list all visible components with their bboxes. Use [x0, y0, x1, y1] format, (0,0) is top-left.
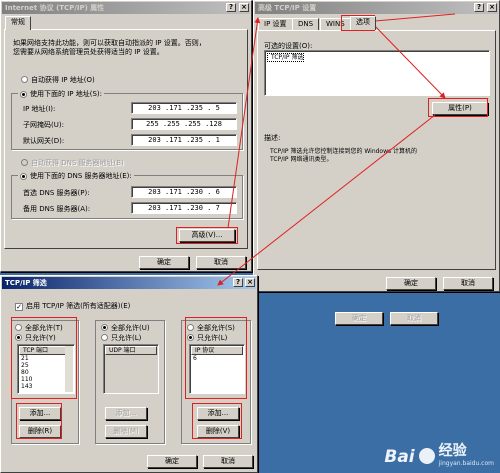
help-button[interactable]: ?	[226, 3, 236, 12]
close-button[interactable]: ×	[245, 278, 255, 287]
check-icon: ✓	[15, 303, 23, 311]
tcp-allow-only-radio[interactable]: 只允许(Y)	[15, 333, 56, 343]
radio-selected-icon	[187, 334, 194, 341]
watermark-brand-a: Bai	[384, 447, 415, 467]
tcpip-filter-dialog: TCP/IP 筛选 ? × ✓ 启用 TCP/IP 筛选(所有适配器)(E) 全部…	[0, 275, 258, 473]
tcp-allow-only-label: 只允许(Y)	[25, 334, 56, 342]
advanced-button[interactable]: 高级(V)...	[179, 229, 235, 242]
auto-dns-label: 自动获得 DNS 服务器地址(B)	[31, 159, 124, 167]
tcp-ports-list[interactable]: TCP 端口 21 25 80 110 143	[17, 344, 75, 394]
manual-dns-radio[interactable]: 使用下面的 DNS 服务器地址(E):	[18, 171, 134, 181]
cancel-button[interactable]: 取消	[196, 256, 246, 269]
help-button[interactable]: ?	[474, 3, 484, 12]
dns2-field[interactable]: 203 .171 .230 . 7	[131, 202, 237, 214]
advanced-titlebar: 高级 TCP/IP 设置	[255, 2, 498, 14]
tcp-allow-all-label: 全部允许(T)	[25, 324, 63, 332]
radio-selected-icon	[20, 172, 27, 180]
udp-allow-only-radio[interactable]: 只允许(L)	[101, 333, 141, 343]
optional-settings-list[interactable]: TCP/IP 筛选	[264, 50, 490, 96]
radio-icon	[187, 324, 194, 331]
radio-icon	[101, 334, 108, 341]
behind-cancel-button: 取消	[390, 312, 438, 325]
tcp-add-button[interactable]: 添加...	[19, 407, 61, 420]
ip-address-label: IP 地址(I):	[23, 105, 56, 113]
enable-filter-checkbox[interactable]: ✓ 启用 TCP/IP 筛选(所有适配器)(E)	[15, 301, 130, 311]
udp-remove-button: 删除(M)	[105, 425, 147, 438]
watermark: Bai 经验 jingyan.baidu.com	[384, 440, 494, 467]
intro-line-2: 您需要从网络系统管理员处获得适当的 IP 设置。	[13, 48, 164, 56]
tcp-remove-button[interactable]: 删除(R)	[19, 425, 61, 438]
dns1-field[interactable]: 203 .171 .230 . 6	[131, 186, 237, 198]
ip-protocols-header[interactable]: IP 协议	[191, 346, 243, 355]
udp-allow-all-radio[interactable]: 全部允许(U)	[101, 323, 150, 333]
auto-ip-radio[interactable]: 自动获得 IP 地址(O)	[21, 75, 95, 85]
close-button[interactable]: ×	[487, 3, 497, 12]
auto-ip-label: 自动获得 IP 地址(O)	[31, 76, 95, 84]
ip-allow-only-label: 只允许(L)	[197, 334, 228, 342]
manual-dns-label: 使用下面的 DNS 服务器地址(E):	[30, 172, 132, 180]
udp-allow-only-label: 只允许(L)	[111, 334, 142, 342]
ok-button[interactable]: 确定	[147, 455, 197, 468]
dns2-label: 备用 DNS 服务器(A):	[23, 205, 91, 213]
ip-remove-button[interactable]: 删除(V)	[197, 425, 239, 438]
paw-logo-icon	[418, 448, 435, 464]
gateway-label: 默认网关(D):	[23, 137, 65, 145]
tcp-allow-all-radio[interactable]: 全部允许(T)	[15, 323, 63, 333]
help-button[interactable]: ?	[233, 278, 243, 287]
radio-icon	[15, 324, 22, 331]
manual-ip-radio[interactable]: 使用下面的 IP 地址(S):	[18, 89, 104, 99]
manual-ip-label: 使用下面的 IP 地址(S):	[30, 90, 102, 98]
tab-ip-settings[interactable]: IP 设置	[258, 18, 293, 30]
ip-allow-all-label: 全部允许(S)	[197, 324, 235, 332]
udp-add-button: 添加...	[105, 407, 147, 420]
ip-allow-all-radio[interactable]: 全部允许(S)	[187, 323, 235, 333]
radio-selected-icon	[20, 90, 27, 98]
ip-add-button[interactable]: 添加...	[197, 407, 239, 420]
watermark-brand-b: 经验	[438, 443, 467, 459]
radio-icon	[21, 159, 28, 166]
ip-address-field[interactable]: 203 .171 .235 . 5	[131, 102, 237, 114]
ok-button[interactable]: 确定	[386, 277, 436, 290]
behind-ok-button: 确定	[335, 312, 383, 325]
watermark-url: jingyan.baidu.com	[438, 460, 494, 467]
tcpip-properties-dialog: Internet 协议 (TCP/IP) 属性 ? × 常规 如果网络支持此功能…	[0, 0, 252, 272]
properties-button[interactable]: 属性(P)	[432, 102, 488, 115]
subnet-mask-field[interactable]: 255 .255 .255 .128	[131, 118, 237, 130]
filter-titlebar: TCP/IP 筛选	[2, 277, 256, 289]
tab-wins[interactable]: WINS	[320, 18, 351, 30]
udp-ports-list: UDP 端口	[103, 344, 159, 394]
tab-options[interactable]: 选项	[350, 16, 376, 30]
cancel-button[interactable]: 取消	[203, 455, 253, 468]
description-line-2: TCP/IP 网络通讯类型。	[270, 156, 333, 163]
advanced-tcpip-dialog: 高级 TCP/IP 设置 ? × IP 设置 DNS WINS 选项 可选的设置…	[253, 0, 500, 292]
tab-dns[interactable]: DNS	[292, 18, 320, 30]
dns1-label: 首选 DNS 服务器(P):	[23, 189, 90, 197]
tcpip-properties-titlebar: Internet 协议 (TCP/IP) 属性	[2, 2, 250, 14]
ok-button[interactable]: 确定	[139, 256, 189, 269]
gateway-field[interactable]: 203 .171 .235 . 1	[131, 134, 237, 146]
ip-protocols-list[interactable]: IP 协议 6	[189, 344, 245, 394]
subnet-mask-label: 子网掩码(U):	[23, 121, 64, 129]
cancel-button[interactable]: 取消	[443, 277, 493, 290]
radio-icon	[21, 76, 28, 83]
enable-filter-label: 启用 TCP/IP 筛选(所有适配器)(E)	[26, 302, 131, 310]
auto-dns-radio[interactable]: 自动获得 DNS 服务器地址(B)	[21, 158, 124, 168]
close-button[interactable]: ×	[239, 3, 249, 12]
ip-allow-only-radio[interactable]: 只允许(L)	[187, 333, 227, 343]
udp-allow-all-label: 全部允许(U)	[111, 324, 150, 332]
list-item-tcpip-filter[interactable]: TCP/IP 筛选	[267, 53, 305, 62]
radio-selected-icon	[101, 324, 108, 331]
tcp-list-scrollbar[interactable]	[65, 346, 73, 392]
tab-general[interactable]: 常规	[5, 16, 31, 30]
list-item[interactable]: 6	[190, 355, 244, 362]
radio-selected-icon	[15, 334, 22, 341]
udp-ports-header: UDP 端口	[105, 346, 157, 355]
